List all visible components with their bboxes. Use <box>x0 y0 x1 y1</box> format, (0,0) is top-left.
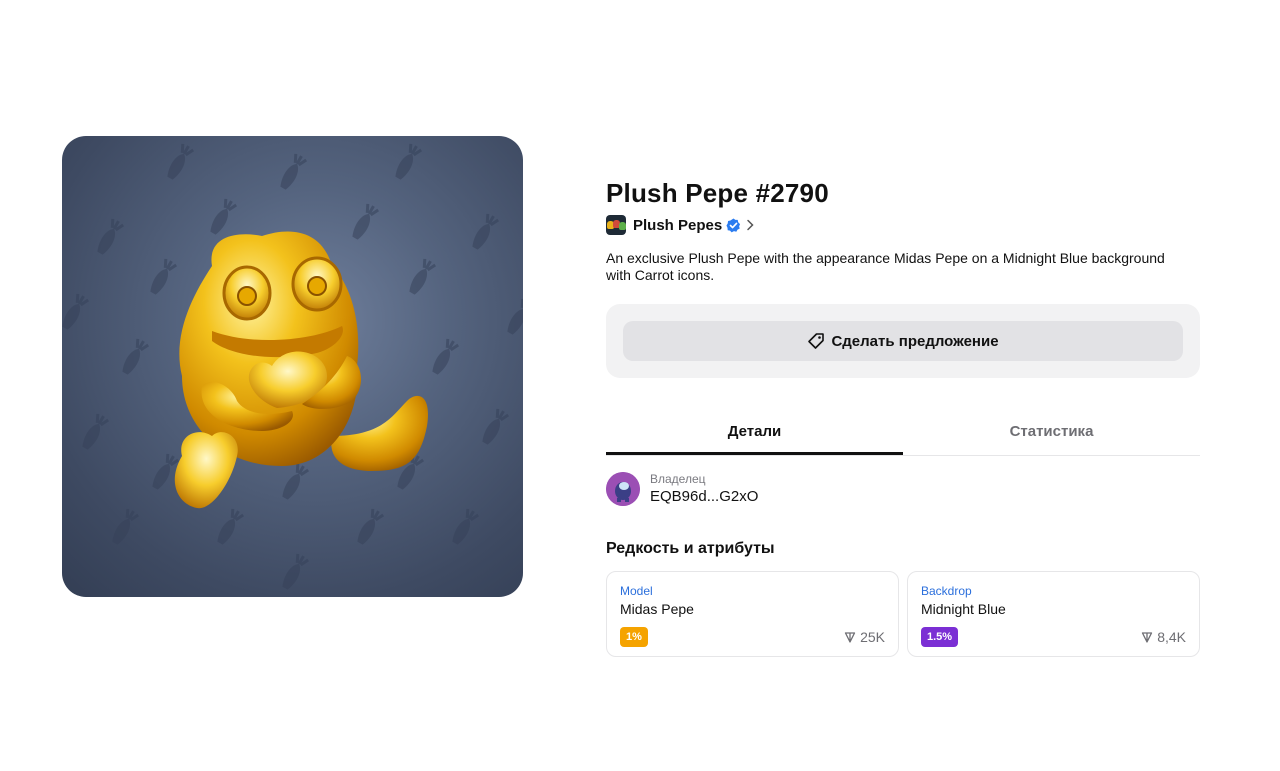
nft-description: An exclusive Plush Pepe with the appeara… <box>606 250 1165 283</box>
collection-name: Plush Pepes <box>633 216 723 234</box>
floor-price: 25K <box>844 629 885 645</box>
owner-label: Владелец <box>650 472 706 486</box>
attributes-heading: Редкость и атрибуты <box>606 540 775 557</box>
ton-icon <box>844 632 856 643</box>
ton-icon <box>1142 632 1153 643</box>
tab-details[interactable]: Детали <box>606 412 903 455</box>
nft-artwork <box>62 136 523 597</box>
make-offer-button[interactable]: Сделать предложение <box>623 321 1183 361</box>
rarity-badge: 1% <box>620 627 648 647</box>
attribute-type: Model <box>620 584 653 598</box>
floor-price: 8,4K <box>1141 629 1186 645</box>
attribute-card-backdrop[interactable]: Backdrop Midnight Blue 1.5% 8,4K <box>907 571 1200 657</box>
owner-avatar <box>606 472 640 506</box>
collection-avatar <box>606 215 626 235</box>
attribute-type: Backdrop <box>921 584 972 598</box>
attribute-value: Midas Pepe <box>620 601 694 617</box>
rarity-badge: 1.5% <box>921 627 959 647</box>
offer-panel: Сделать предложение <box>606 304 1200 378</box>
floor-price-value: 8,4K <box>1157 629 1186 645</box>
tag-icon <box>808 333 825 349</box>
attribute-card-model[interactable]: Model Midas Pepe 1% 25K <box>606 571 899 657</box>
golden-pepe-figure <box>174 231 428 509</box>
owner-row[interactable]: Владелец EQB96d...G2xO <box>606 472 758 506</box>
attribute-value: Midnight Blue <box>921 601 1006 617</box>
nft-title: Plush Pepe #2790 <box>606 178 829 208</box>
owner-address[interactable]: EQB96d...G2xO <box>650 488 758 506</box>
verified-icon <box>726 217 741 232</box>
tab-statistics[interactable]: Статистика <box>903 412 1200 455</box>
floor-price-value: 25K <box>860 629 885 645</box>
make-offer-label: Сделать предложение <box>831 332 999 350</box>
detail-tabs: Детали Статистика <box>606 412 1200 456</box>
nft-info: Plush Pepe #2790 Plush Pepes An exclusiv… <box>606 176 1200 378</box>
collection-link[interactable]: Plush Pepes <box>606 212 1200 238</box>
chevron-right-icon <box>747 219 754 231</box>
